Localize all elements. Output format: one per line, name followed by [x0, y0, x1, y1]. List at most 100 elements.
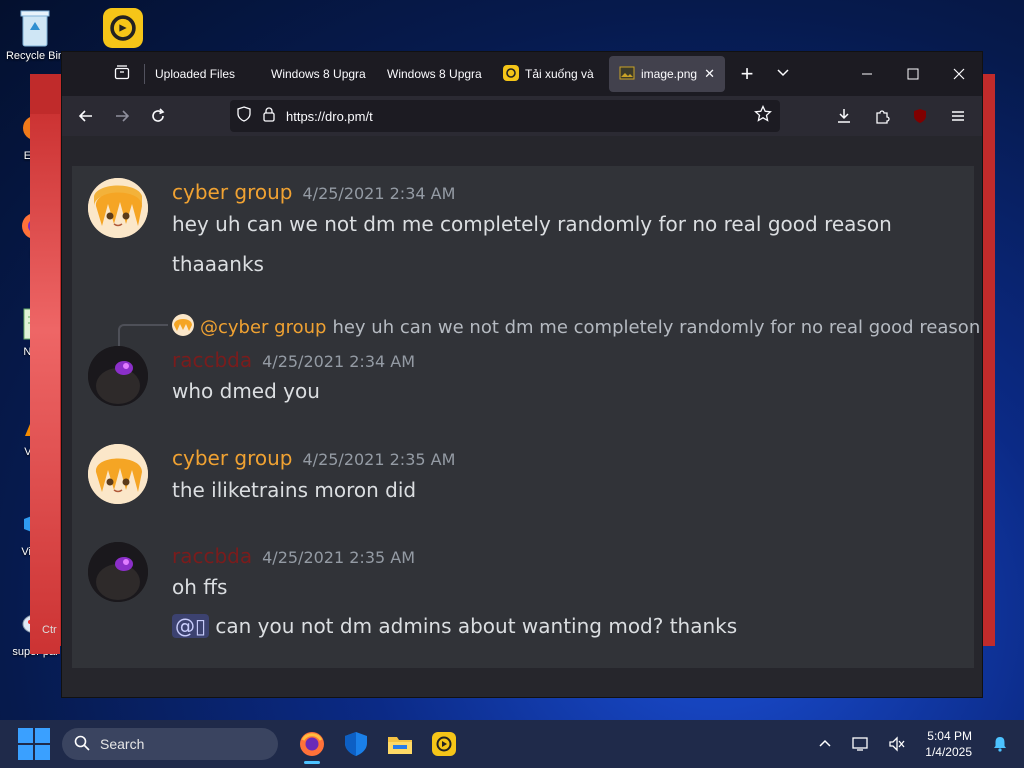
network-button[interactable] [843, 726, 879, 762]
recycle-bin-icon [15, 8, 55, 48]
reply-preview[interactable]: @cyber group hey uh can we not dm me com… [172, 314, 980, 341]
message-line: oh ffs [172, 575, 228, 599]
bell-icon [994, 737, 1006, 752]
extensions-button[interactable] [864, 100, 900, 132]
download-icon [838, 109, 850, 123]
desktop-icon-label: Recycle Bin [5, 50, 65, 62]
search-icon [74, 735, 90, 754]
window-controls [844, 52, 982, 96]
plus-icon: + [740, 61, 754, 86]
url-text[interactable]: https://dro.pm/t [286, 109, 373, 124]
message-line: thaaanks [172, 252, 264, 276]
downloads-button[interactable] [826, 100, 862, 132]
username[interactable]: raccbda [172, 544, 252, 568]
chevron-up-icon [819, 739, 831, 747]
volume-muted-icon [889, 736, 905, 752]
taskbar-ldplayer[interactable] [424, 724, 464, 764]
message-header: cyber group 4/25/2021 2:35 AM [172, 446, 455, 470]
user-mention[interactable]: @▯ [172, 614, 210, 638]
reply-username[interactable]: @cyber group [200, 317, 326, 338]
browser-window: Uploaded Files Windows 8 Upgra Windows 8… [61, 51, 983, 698]
image-icon [619, 65, 635, 84]
desktop-icon-ldplayer[interactable] [92, 8, 154, 50]
navigation-bar: https://dro.pm/t [62, 96, 982, 136]
show-hidden-icons-button[interactable] [807, 726, 843, 762]
clock[interactable]: 5:04 PM 1/4/2025 [925, 728, 972, 760]
maximize-icon [907, 68, 919, 80]
timestamp: 4/25/2021 2:34 AM [302, 184, 456, 203]
firefox-icon [300, 732, 324, 756]
minimize-button[interactable] [844, 52, 890, 96]
windows-logo-icon-part [18, 745, 33, 760]
tab-title: Uploaded Files [155, 67, 236, 81]
username[interactable]: raccbda [172, 348, 252, 372]
forward-button[interactable] [104, 100, 140, 132]
message-line: the iliketrains moron did [172, 478, 417, 502]
message-line-with-mention: @▯ can you not dm admins about wanting m… [172, 614, 737, 638]
windows-logo-icon-part [35, 728, 50, 743]
taskbar-file-explorer[interactable] [380, 724, 420, 764]
ldplayer-icon [503, 64, 519, 84]
url-bar[interactable]: https://dro.pm/t [230, 100, 780, 132]
reply-avatar [172, 314, 194, 341]
avatar [88, 346, 148, 406]
ublock-icon [914, 109, 926, 123]
reload-button[interactable] [140, 100, 176, 132]
new-tab-button[interactable]: + [729, 56, 765, 92]
menu-button[interactable] [940, 100, 976, 132]
tab-title: Windows 8 Upgra [387, 67, 482, 81]
tab-tai-xuong[interactable]: Tải xuống và [493, 56, 609, 92]
message-header: raccbda 4/25/2021 2:34 AM [172, 348, 415, 372]
chevron-down-icon [776, 65, 790, 84]
taskbar-firefox[interactable] [292, 724, 332, 764]
toolbar-right [826, 100, 976, 132]
desktop-icon-recycle-bin[interactable]: Recycle Bin [4, 8, 66, 62]
shield-icon[interactable] [236, 105, 252, 127]
avatar [88, 542, 148, 602]
tab-list-icon [114, 64, 130, 85]
back-button[interactable] [68, 100, 104, 132]
clock-date: 1/4/2025 [925, 745, 972, 759]
notifications-button[interactable] [982, 726, 1018, 762]
taskbar-security[interactable] [336, 724, 376, 764]
ldplayer-icon [432, 732, 456, 756]
list-all-tabs-button[interactable] [765, 56, 801, 92]
lock-icon[interactable] [262, 106, 276, 127]
clock-time: 5:04 PM [927, 729, 972, 743]
tab-windows-8-upgrade-2[interactable]: Windows 8 Upgra [377, 56, 493, 92]
username[interactable]: cyber group [172, 180, 293, 204]
tab-title: Tải xuống và [525, 67, 594, 81]
reload-icon [152, 108, 165, 122]
avatar [88, 178, 148, 238]
network-icon [852, 737, 868, 751]
discord-chat-image: cyber group 4/25/2021 2:34 AM hey uh can … [72, 166, 980, 668]
close-icon [953, 68, 965, 80]
close-window-button[interactable] [936, 52, 982, 96]
start-button[interactable] [18, 728, 50, 760]
page-content: cyber group 4/25/2021 2:34 AM hey uh can … [62, 136, 982, 697]
tab-list-button[interactable] [100, 52, 144, 96]
tab-bar: Uploaded Files Windows 8 Upgra Windows 8… [62, 52, 982, 96]
windows-logo-icon [18, 728, 33, 743]
message-line: hey uh can we not dm me completely rando… [172, 212, 892, 236]
message-header: raccbda 4/25/2021 2:35 AM [172, 544, 415, 568]
tab-windows-8-upgrade-1[interactable]: Windows 8 Upgra [261, 56, 377, 92]
volume-button[interactable] [879, 726, 915, 762]
background-window-strip [30, 114, 60, 654]
tab-image-png[interactable]: image.png ✕ [609, 56, 725, 92]
background-window-ctrl-text: Ctr [42, 624, 57, 636]
username[interactable]: cyber group [172, 446, 293, 470]
close-tab-icon[interactable]: ✕ [704, 66, 715, 82]
tab-uploaded-files[interactable]: Uploaded Files [145, 56, 261, 92]
maximize-button[interactable] [890, 52, 936, 96]
hamburger-menu-icon [952, 111, 964, 121]
system-tray: 5:04 PM 1/4/2025 [807, 720, 1024, 768]
timestamp: 4/25/2021 2:35 AM [262, 548, 416, 567]
tab-title: Windows 8 Upgra [271, 67, 366, 81]
ublock-origin-button[interactable] [902, 100, 938, 132]
windows-logo-icon-part [35, 745, 50, 760]
search-placeholder: Search [100, 736, 145, 752]
shield-icon [345, 732, 367, 756]
bookmark-star-icon[interactable] [754, 104, 772, 128]
taskbar-search[interactable]: Search [62, 728, 278, 760]
